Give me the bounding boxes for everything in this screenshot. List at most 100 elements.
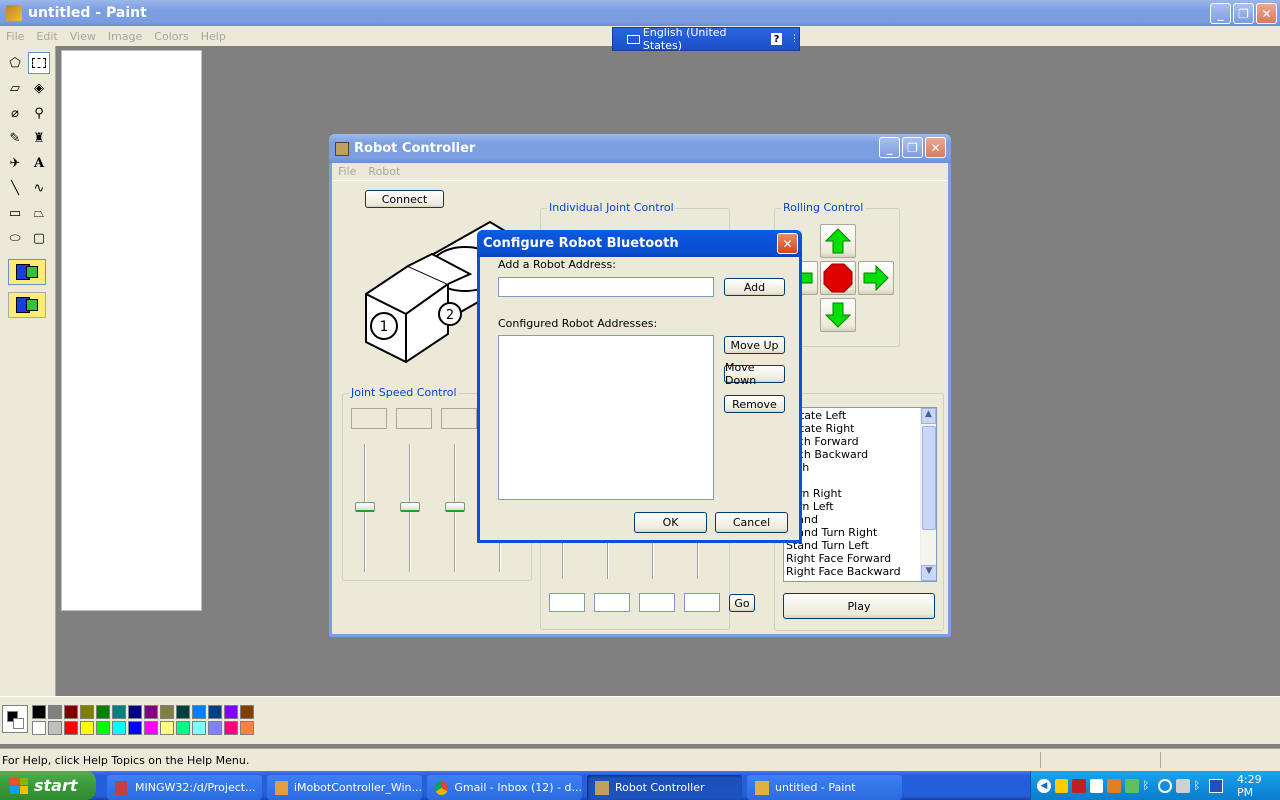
palette-color-swatch[interactable] (112, 705, 126, 719)
robot-menu-file[interactable]: File (332, 165, 362, 178)
language-options-icon[interactable]: ⋮ (790, 34, 799, 44)
roll-backward-button[interactable] (820, 298, 856, 332)
play-button[interactable]: Play (783, 593, 935, 619)
motion-list-item[interactable]: Turn Right (786, 487, 920, 500)
palette-color-swatch[interactable] (224, 721, 238, 735)
palette-color-swatch[interactable] (32, 721, 46, 735)
paint-maximize-button[interactable]: ❐ (1233, 3, 1254, 24)
joint-angle-field-2[interactable] (594, 593, 630, 612)
palette-color-swatch[interactable] (128, 705, 142, 719)
remove-button[interactable]: Remove (724, 395, 785, 413)
palette-color-swatch[interactable] (240, 705, 254, 719)
palette-color-swatch[interactable] (208, 721, 222, 735)
stop-button[interactable] (820, 261, 856, 295)
palette-color-swatch[interactable] (224, 705, 238, 719)
paint-canvas[interactable] (61, 50, 202, 611)
palette-color-swatch[interactable] (64, 721, 78, 735)
ellipse-icon[interactable]: ⬭ (4, 227, 26, 249)
motion-list-item[interactable]: Right Face Backward (786, 565, 920, 578)
ok-button[interactable]: OK (634, 512, 707, 533)
scroll-down-icon[interactable]: ▼ (921, 565, 936, 581)
palette-color-swatch[interactable] (48, 705, 62, 719)
joint-slider-track-4[interactable] (697, 539, 699, 579)
roll-forward-button[interactable] (820, 224, 856, 258)
taskbar-item-mingw[interactable]: MINGW32:/d/Project... (107, 775, 262, 800)
motion-list-item[interactable]: Stand (786, 513, 920, 526)
palette-color-swatch[interactable] (144, 721, 158, 735)
palette-color-swatch[interactable] (192, 705, 206, 719)
palette-color-swatch[interactable] (32, 705, 46, 719)
speed-slider-thumb-3[interactable] (445, 502, 465, 512)
pencil-icon[interactable]: ✎ (4, 127, 26, 149)
palette-color-swatch[interactable] (160, 705, 174, 719)
tray-volume-icon[interactable] (1089, 778, 1104, 793)
scroll-up-icon[interactable]: ▲ (921, 408, 936, 424)
move-up-button[interactable]: Move Up (724, 336, 785, 354)
motion-list-item[interactable]: Inch (786, 461, 920, 474)
tray-app-icon[interactable] (1125, 778, 1139, 793)
free-select-icon[interactable]: ⬠ (4, 52, 26, 74)
speed-slider-thumb-1[interactable] (355, 502, 375, 512)
taskbar-item-robot-controller[interactable]: Robot Controller (587, 775, 742, 800)
paint-menu-help[interactable]: Help (195, 30, 232, 43)
rect-select-icon[interactable] (28, 52, 50, 74)
curve-icon[interactable]: ∿ (28, 177, 50, 199)
configured-addresses-list[interactable] (498, 335, 714, 500)
palette-color-swatch[interactable] (128, 721, 142, 735)
palette-color-swatch[interactable] (96, 721, 110, 735)
palette-color-swatch[interactable] (176, 705, 190, 719)
scroll-thumb[interactable] (922, 426, 936, 530)
robot-maximize-button[interactable]: ❐ (902, 137, 923, 158)
taskbar-item-imobot[interactable]: iMobotController_Win... (267, 775, 422, 800)
motion-list-scrollbar[interactable]: ▲ ▼ (920, 408, 936, 581)
eraser-icon[interactable]: ▱ (4, 77, 26, 99)
motion-list-item[interactable]: Rotate Right (786, 422, 920, 435)
palette-color-swatch[interactable] (80, 721, 94, 735)
motion-list-item[interactable]: Rotate Left (786, 409, 920, 422)
tray-sync-icon[interactable] (1158, 778, 1173, 793)
airbrush-icon[interactable]: ✈ (4, 152, 26, 174)
tray-security-icon[interactable] (1072, 778, 1086, 793)
palette-color-swatch[interactable] (176, 721, 190, 735)
paint-close-button[interactable]: ✕ (1256, 3, 1277, 24)
current-colors[interactable] (2, 705, 28, 733)
joint-slider-track-2[interactable] (607, 539, 609, 579)
paint-title-bar[interactable]: untitled - Paint _ ❐ ✕ (0, 0, 1280, 26)
motion-list-item[interactable] (786, 474, 920, 487)
robot-menu-robot[interactable]: Robot (362, 165, 406, 178)
joint-slider-track-3[interactable] (652, 539, 654, 579)
tool-option-transparent-icon[interactable] (8, 292, 46, 318)
dialog-close-button[interactable]: ✕ (777, 233, 798, 254)
color-picker-icon[interactable]: ⌀ (4, 102, 26, 124)
motion-list-item[interactable]: Turn Left (786, 500, 920, 513)
robot-controller-title-bar[interactable]: Robot Controller _ ❐ ✕ (329, 134, 951, 163)
line-icon[interactable]: ╲ (4, 177, 26, 199)
connect-button[interactable]: Connect (365, 190, 444, 208)
speed-field-1[interactable] (351, 408, 387, 429)
tray-bluetooth-2-icon[interactable]: ᛒ (1194, 779, 1206, 793)
taskbar-clock[interactable]: 4:29 PM (1237, 773, 1280, 799)
motion-list-item[interactable]: Stand Turn Left (786, 539, 920, 552)
palette-color-swatch[interactable] (144, 705, 158, 719)
paint-menu-file[interactable]: File (0, 30, 30, 43)
tray-bluetooth-icon[interactable]: ᛒ (1143, 779, 1155, 793)
palette-color-swatch[interactable] (96, 705, 110, 719)
paint-menu-image[interactable]: Image (102, 30, 148, 43)
rectangle-icon[interactable]: ▭ (4, 202, 26, 224)
motion-list[interactable]: Rotate Left Rotate Right Arch Forward Arch … (783, 407, 937, 582)
palette-color-swatch[interactable] (160, 721, 174, 735)
speed-field-3[interactable] (441, 408, 477, 429)
speed-slider-thumb-2[interactable] (400, 502, 420, 512)
paint-menu-edit[interactable]: Edit (30, 30, 63, 43)
go-button[interactable]: Go (729, 594, 755, 612)
tray-monitor-icon[interactable] (1209, 778, 1223, 793)
palette-color-swatch[interactable] (80, 705, 94, 719)
taskbar-item-paint[interactable]: untitled - Paint (747, 775, 902, 800)
move-down-button[interactable]: Move Down (724, 361, 785, 387)
brush-icon[interactable]: ♜ (28, 127, 50, 149)
motion-list-item[interactable]: Arch Backward (786, 448, 920, 461)
magnifier-icon[interactable]: ⚲ (28, 102, 50, 124)
start-button[interactable]: start (0, 771, 96, 800)
tool-option-opaque-icon[interactable] (8, 259, 46, 285)
tray-network-icon[interactable] (1107, 778, 1122, 793)
